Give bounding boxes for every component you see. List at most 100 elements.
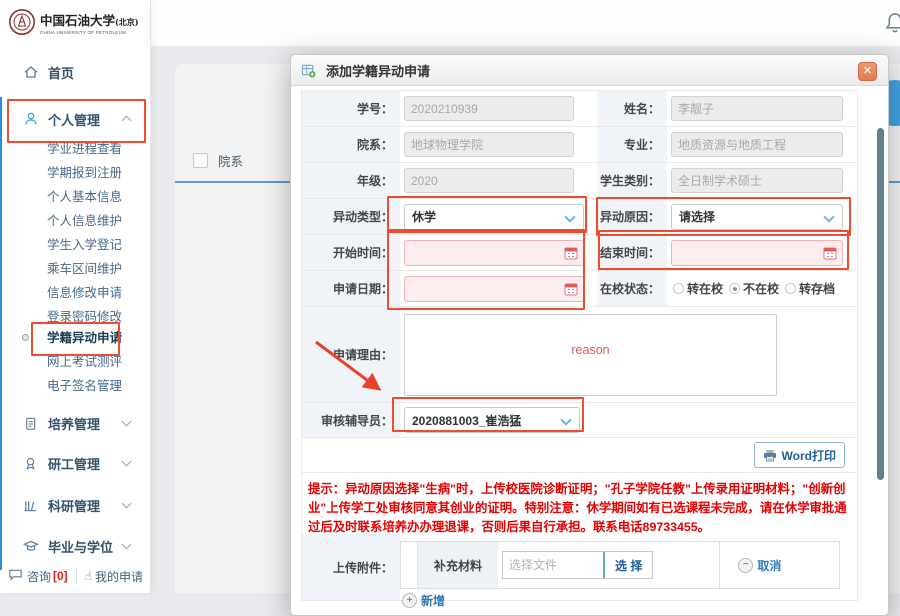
choose-file-button[interactable]: 选 择 — [603, 552, 652, 578]
university-emblem-icon — [8, 8, 36, 36]
radio-off-campus[interactable]: 不在校 — [729, 280, 779, 297]
material-label: 补充材料 — [417, 542, 498, 588]
minus-circle-icon: − — [738, 558, 753, 573]
chevron-down-icon — [122, 540, 132, 550]
sidebar-subitem-progress[interactable]: 学业进程查看 — [47, 139, 122, 159]
sidebar-item-training-mgmt[interactable]: 培养管理 — [0, 410, 150, 436]
sidebar-subitem-info-maint[interactable]: 个人信息维护 — [47, 211, 122, 231]
sidebar-item-personal-mgmt[interactable]: 个人管理 — [0, 106, 150, 132]
radio-on-campus[interactable]: 转在校 — [673, 280, 723, 297]
sidebar-subitem-esignature[interactable]: 电子签名管理 — [47, 376, 122, 396]
sidebar-subitem-online-exam[interactable]: 网上考试测评 — [47, 352, 122, 372]
major-field: 地质资源与地质工程 — [671, 132, 843, 157]
radio-icon — [785, 283, 796, 294]
calendar-icon — [823, 246, 837, 263]
university-name-campus: (北京) — [115, 17, 139, 27]
notification-bell-icon[interactable] — [884, 11, 900, 35]
end-time-input[interactable] — [671, 240, 843, 266]
form-row-date-status: 申请日期： 在校状态： 转在校 不在校 转存档 — [302, 271, 857, 307]
chevron-down-icon — [122, 457, 132, 467]
person-icon — [22, 111, 39, 128]
student-type-field: 全日制学术硕士 — [671, 168, 843, 193]
file-name-input[interactable] — [503, 553, 603, 577]
form-row-print: Word打印 — [302, 438, 857, 473]
file-picker: 选 择 — [502, 551, 653, 579]
home-icon — [22, 64, 39, 81]
start-time-input[interactable] — [404, 240, 584, 266]
sidebar-subitem-basic-info[interactable]: 个人基本信息 — [47, 187, 122, 207]
calendar-icon — [564, 246, 578, 263]
form-row-college-major: 院系： 地球物理学院 专业： 地质资源与地质工程 — [302, 127, 857, 163]
select-all-checkbox[interactable] — [193, 153, 208, 168]
counselor-value: 2020881003_崔浩猛 — [412, 412, 521, 429]
upload-divider — [719, 542, 720, 588]
change-type-value: 休学 — [412, 208, 436, 225]
apply-reason-textarea[interactable]: reason — [404, 314, 777, 396]
close-icon: ✕ — [863, 66, 872, 77]
upload-area: 补充材料 选 择 − 取消 + 新增 — [400, 534, 857, 600]
word-print-button[interactable]: Word打印 — [754, 442, 845, 468]
college-label: 院系： — [302, 127, 400, 162]
change-type-label: 异动类型： — [302, 199, 400, 234]
sidebar-item-graduate-work-mgmt[interactable]: 研工管理 — [0, 450, 150, 476]
sidebar-item-research-mgmt[interactable]: 科研管理 — [0, 492, 150, 518]
notice-text: 提示：异动原因选择"生病"时，上传校医院诊断证明；"孔子学院任教"上传录用证明材… — [302, 473, 857, 537]
campus-status-label: 在校状态： — [597, 271, 667, 306]
add-table-icon — [301, 63, 316, 78]
sidebar-subitem-password[interactable]: 登录密码修改 — [47, 307, 122, 327]
form-row-grade-type: 年级： 2020 学生类别： 全日制学术硕士 — [302, 163, 857, 199]
radio-archive[interactable]: 转存档 — [785, 280, 835, 297]
sidebar-subitem-info-change[interactable]: 信息修改申请 — [47, 283, 122, 303]
change-reason-select[interactable]: 请选择 — [671, 204, 843, 230]
apply-date-input[interactable] — [404, 276, 584, 302]
sidebar-subitem-status-change[interactable]: 学籍异动申请 — [47, 328, 122, 348]
modal-close-button[interactable]: ✕ — [858, 62, 877, 81]
upload-item-row: 补充材料 选 择 − 取消 — [400, 541, 840, 589]
sidebar-item-label: 首页 — [48, 63, 74, 82]
sidebar-subitem-train-zone[interactable]: 乘车区间维护 — [47, 259, 122, 279]
university-name-cn: 中国石油大学 — [40, 13, 115, 28]
university-name-en: CHINA UNIVERSITY OF PETROLEUM — [40, 30, 139, 35]
chevron-down-icon — [122, 499, 132, 509]
medal-icon — [22, 455, 39, 472]
change-type-select[interactable]: 休学 — [404, 204, 584, 230]
sidebar-item-home[interactable]: 首页 — [0, 59, 150, 85]
university-logo: 中国石油大学(北京) CHINA UNIVERSITY OF PETROLEUM — [8, 8, 139, 36]
sidebar-footer: 咨询 [0] ☝ 我的申请 — [0, 567, 150, 585]
consult-link[interactable]: 咨询 — [27, 568, 51, 585]
name-field: 李靓子 — [671, 96, 843, 121]
major-label: 专业： — [597, 127, 667, 162]
grade-label: 年级： — [302, 163, 400, 198]
plus-circle-icon: + — [402, 593, 417, 608]
end-time-label: 结束时间： — [597, 235, 667, 270]
student-id-label: 学号： — [302, 91, 400, 126]
books-icon — [22, 497, 39, 514]
student-type-label: 学生类别： — [597, 163, 667, 198]
add-upload-button[interactable]: + 新增 — [402, 592, 445, 609]
scrollbar-thumb[interactable] — [877, 128, 884, 480]
apply-reason-label: 申请理由： — [302, 307, 400, 402]
sidebar-subitem-register[interactable]: 学期报到注册 — [47, 163, 122, 183]
form-row-reason: 申请理由： reason — [302, 307, 857, 403]
sidebar-item-label: 毕业与学位 — [48, 537, 113, 556]
student-id-field: 2020210939 — [404, 96, 574, 121]
sidebar-subitem-enroll[interactable]: 学生入学登记 — [47, 235, 122, 255]
form-row-counselor: 审核辅导员： 2020881003_崔浩猛 — [302, 403, 857, 438]
sidebar-item-graduation-degree[interactable]: 毕业与学位 — [0, 533, 150, 559]
top-header-bar — [150, 0, 900, 46]
counselor-select[interactable]: 2020881003_崔浩猛 — [404, 407, 580, 433]
my-applications-link[interactable]: 我的申请 — [95, 568, 143, 585]
sidebar-item-label: 培养管理 — [48, 414, 100, 433]
chevron-up-icon — [122, 116, 132, 126]
chat-bubble-icon — [8, 567, 24, 585]
start-time-label: 开始时间： — [302, 235, 400, 270]
college-field: 地球物理学院 — [404, 132, 574, 157]
cancel-upload-button[interactable]: − 取消 — [738, 557, 781, 574]
form-row-upload: 上传附件： 补充材料 选 择 − 取消 — [302, 534, 857, 601]
printer-icon — [763, 449, 777, 462]
chevron-down-icon — [122, 417, 132, 427]
name-label: 姓名： — [597, 91, 667, 126]
form-row-notice: 提示：异动原因选择"生病"时，上传校医院诊断证明；"孔子学院任教"上传录用证明材… — [302, 473, 857, 534]
calendar-icon — [564, 282, 578, 299]
form-row-change-type-reason: 异动类型： 休学 异动原因： 请选择 — [302, 199, 857, 235]
